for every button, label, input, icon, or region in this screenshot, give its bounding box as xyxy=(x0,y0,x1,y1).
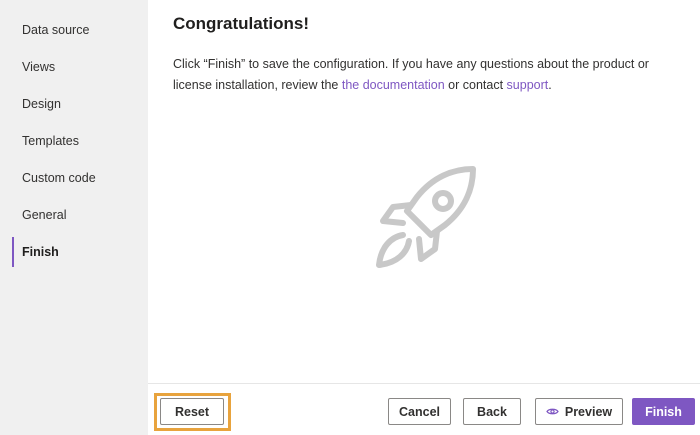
finish-button[interactable]: Finish xyxy=(632,398,695,425)
description-text-middle: or contact xyxy=(444,78,507,92)
eye-icon xyxy=(546,408,559,415)
sidebar-item-general[interactable]: General xyxy=(12,200,148,230)
preview-button[interactable]: Preview xyxy=(535,398,623,425)
description-text-end: . xyxy=(548,78,552,92)
footer-bar: Reset Cancel Back Preview Finish xyxy=(148,383,700,435)
back-button[interactable]: Back xyxy=(463,398,521,425)
preview-label: Preview xyxy=(564,404,613,419)
sidebar-item-finish[interactable]: Finish xyxy=(12,237,148,267)
main-panel: Congratulations! Click “Finish” to save … xyxy=(148,0,700,435)
sidebar-item-design[interactable]: Design xyxy=(12,89,148,119)
sidebar-item-data-source[interactable]: Data source xyxy=(12,15,148,45)
page-title: Congratulations! xyxy=(173,14,309,33)
documentation-link[interactable]: the documentation xyxy=(342,78,445,92)
support-link[interactable]: support xyxy=(507,78,549,92)
sidebar-item-views[interactable]: Views xyxy=(12,52,148,82)
reset-button[interactable]: Reset xyxy=(160,398,224,425)
sidebar: Data source Views Design Templates Custo… xyxy=(0,0,148,435)
rocket-icon xyxy=(376,166,476,268)
finish-description: Click “Finish” to save the configuration… xyxy=(173,54,673,96)
sidebar-item-custom-code[interactable]: Custom code xyxy=(12,163,148,193)
sidebar-item-templates[interactable]: Templates xyxy=(12,126,148,156)
cancel-button[interactable]: Cancel xyxy=(388,398,451,425)
